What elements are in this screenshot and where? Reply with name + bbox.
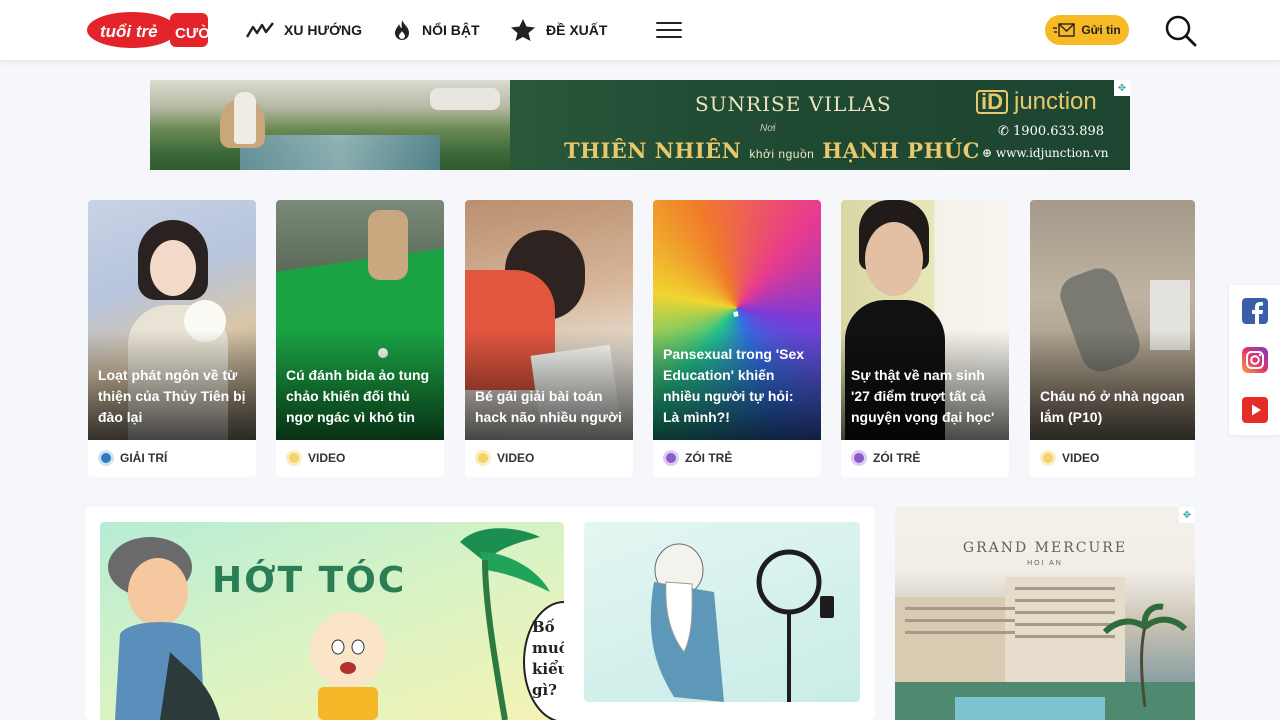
story-title: Loạt phát ngôn về từ thiện của Thủy Tiên… (98, 367, 246, 425)
story-title: Pansexual trong 'Sex Education' khiến nh… (663, 346, 805, 425)
story-thumbnail: · Pansexual trong 'Sex Education' khiến … (653, 200, 821, 440)
pool-shape (240, 135, 440, 170)
story-category[interactable]: VIDEO (475, 449, 534, 467)
story-thumbnail: Cháu nó ở nhà ngoan lắm (P10) (1030, 200, 1195, 440)
send-news-label: Gửi tin (1081, 23, 1121, 37)
menu-button[interactable] (656, 22, 682, 40)
story-card[interactable]: · Pansexual trong 'Sex Education' khiến … (653, 200, 821, 477)
fire-icon (395, 20, 409, 40)
mail-icon (1053, 23, 1076, 37)
car-shape (430, 88, 500, 110)
nav-suggested-label: ĐỀ XUẤT (546, 22, 608, 38)
site-logo[interactable]: tuổi trẻ CƯỜI (86, 9, 210, 51)
story-card[interactable]: Cú đánh bida ảo tung chảo khiến đối thủ … (276, 200, 444, 477)
send-news-button[interactable]: Gửi tin (1045, 15, 1129, 45)
face-shape (865, 222, 923, 296)
site-header: tuổi trẻ CƯỜI XU HƯỚNG NỔI BẬT ĐỀ XUẤT (0, 0, 1280, 60)
trend-icon (246, 22, 274, 38)
side-ad[interactable]: GRAND MERCURE HOI AN ✥ (895, 507, 1195, 720)
comic-title: HỚT TÓC (212, 560, 407, 601)
search-icon[interactable] (1163, 13, 1197, 47)
story-card[interactable]: Cháu nó ở nhà ngoan lắm (P10) VIDEO (1030, 200, 1195, 477)
speech-bubble-text: Bố muốn kiểu gì? (532, 618, 564, 699)
category-icon (286, 450, 302, 466)
youtube-icon[interactable] (1242, 397, 1268, 423)
category-label: ZÓI TRẺ (685, 451, 733, 465)
comic-card-secondary[interactable] (584, 522, 860, 702)
side-ad-photo (895, 577, 1195, 720)
ad-headline-mid: khởi nguồn (749, 147, 815, 161)
ad-company-mark: iD (976, 90, 1008, 114)
category-icon (663, 450, 679, 466)
face-shape (150, 240, 196, 296)
story-thumbnail: Bé gái giải bài toán hack não nhiều ngườ… (465, 200, 633, 440)
comic-illustration (108, 528, 564, 720)
category-label: GIẢI TRÍ (120, 451, 168, 465)
ad-brand: SUNRISE VILLAS (695, 92, 892, 116)
ad-phone-number: 1900.633.898 (1013, 124, 1105, 139)
story-card[interactable]: Loạt phát ngôn về từ thiện của Thủy Tiên… (88, 200, 256, 477)
ad-noi: Nơi (760, 123, 776, 134)
category-icon (475, 450, 491, 466)
story-thumbnail: Loạt phát ngôn về từ thiện của Thủy Tiên… (88, 200, 256, 440)
story-title: Sự thật về nam sinh '27 điểm trượt tất c… (851, 367, 995, 425)
menu-line (656, 29, 682, 31)
ad-photo (150, 80, 510, 170)
adchoices-icon[interactable]: ✥ (1114, 80, 1130, 96)
instagram-icon[interactable] (1242, 347, 1268, 373)
category-icon (98, 450, 114, 466)
ad-company-logo: iD junction (976, 88, 1097, 116)
story-thumbnail: Sự thật về nam sinh '27 điểm trượt tất c… (841, 200, 1009, 440)
nav-featured[interactable]: NỔI BẬT (392, 16, 480, 44)
ad-web: ⊕ www.idjunction.vn (982, 146, 1109, 160)
story-title: Cháu nó ở nhà ngoan lắm (P10) (1040, 388, 1185, 425)
star-icon (511, 19, 535, 41)
category-icon (851, 450, 867, 466)
menu-line (656, 36, 682, 38)
person-shape (234, 92, 256, 144)
story-category[interactable]: ZÓI TRẺ (851, 449, 920, 467)
svg-text:CƯỜI: CƯỜI (175, 24, 210, 42)
story-category[interactable]: ZÓI TRẺ (663, 449, 732, 467)
nav-featured-label: NỔI BẬT (422, 22, 480, 38)
category-icon (1040, 450, 1056, 466)
nav-trending-label: XU HƯỚNG (284, 22, 363, 38)
ad-company-name: junction (1014, 88, 1097, 115)
ad-headline-a: THIÊN NHIÊN (564, 138, 742, 163)
comic-card-main[interactable]: HỚT TÓC Bố muốn kiểu gì? (100, 522, 564, 720)
category-label: VIDEO (308, 451, 346, 465)
story-title: Bé gái giải bài toán hack não nhiều ngườ… (475, 388, 622, 425)
category-label: VIDEO (1062, 451, 1100, 465)
player-shape (368, 210, 408, 280)
category-label: ZÓI TRẺ (873, 451, 921, 465)
menu-line (656, 22, 682, 24)
story-card[interactable]: Bé gái giải bài toán hack não nhiều ngườ… (465, 200, 633, 477)
story-title: Cú đánh bida ảo tung chảo khiến đối thủ … (286, 367, 430, 425)
facebook-icon[interactable] (1242, 298, 1268, 324)
nav-suggested[interactable]: ĐỀ XUẤT (510, 16, 607, 44)
ad-headline-b: HẠNH PHÚC (822, 138, 980, 163)
story-category[interactable]: VIDEO (1040, 449, 1099, 467)
story-category[interactable]: GIẢI TRÍ (98, 449, 167, 467)
social-sidebar (1229, 285, 1280, 435)
adchoices-icon[interactable]: ✥ (1179, 507, 1195, 523)
ad-phone: ✆ 1900.633.898 (998, 124, 1105, 139)
ad-headline: THIÊN NHIÊN khởi nguồn HẠNH PHÚC (564, 138, 980, 163)
banner-ad[interactable]: SUNRISE VILLAS Nơi THIÊN NHIÊN khởi nguồ… (150, 80, 1130, 170)
story-card[interactable]: Sự thật về nam sinh '27 điểm trượt tất c… (841, 200, 1009, 477)
comic-illustration (650, 543, 834, 702)
svg-text:tuổi trẻ: tuổi trẻ (100, 22, 158, 41)
story-category[interactable]: VIDEO (286, 449, 345, 467)
story-thumbnail: Cú đánh bida ảo tung chảo khiến đối thủ … (276, 200, 444, 440)
ad-web-url: www.idjunction.vn (995, 146, 1109, 160)
nav-trending[interactable]: XU HƯỚNG (246, 16, 362, 44)
category-label: VIDEO (497, 451, 535, 465)
